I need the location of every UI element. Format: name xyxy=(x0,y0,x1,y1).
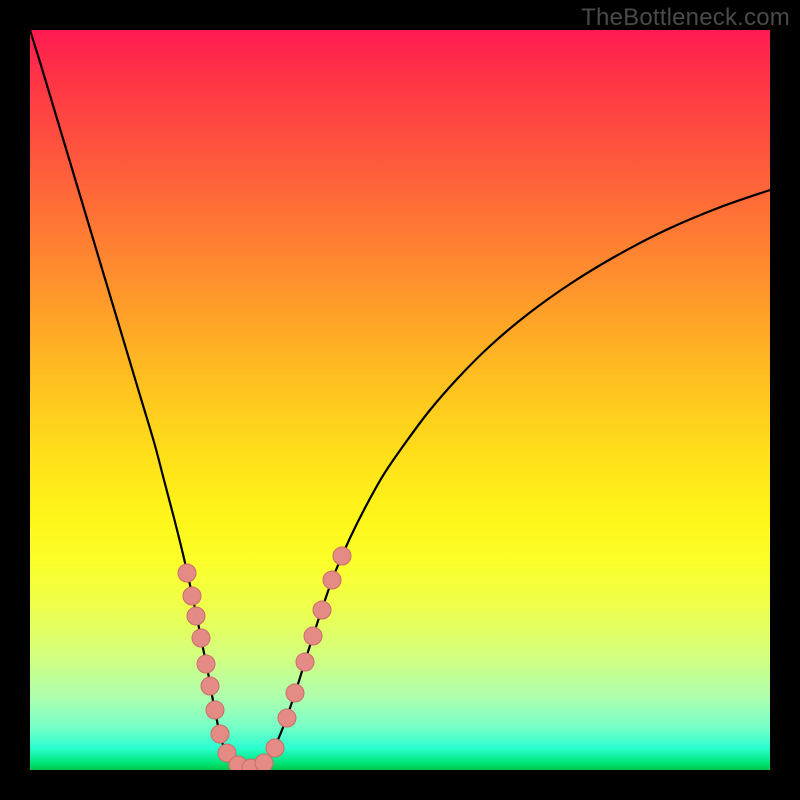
marker-dot xyxy=(183,587,201,605)
marker-dot xyxy=(197,655,215,673)
marker-dot xyxy=(201,677,219,695)
marker-dot xyxy=(304,627,322,645)
marker-dot xyxy=(187,607,205,625)
chart-gradient-area xyxy=(30,30,770,770)
marker-dot xyxy=(255,754,273,770)
marker-dot xyxy=(266,739,284,757)
marker-dot xyxy=(211,725,229,743)
marker-dot xyxy=(333,547,351,565)
marker-dot xyxy=(178,564,196,582)
data-markers xyxy=(178,547,351,770)
marker-dot xyxy=(323,571,341,589)
marker-dot xyxy=(313,601,331,619)
marker-dot xyxy=(206,701,224,719)
marker-dot xyxy=(296,653,314,671)
bottleneck-curve-plot xyxy=(30,30,770,770)
marker-dot xyxy=(286,684,304,702)
watermark-text: TheBottleneck.com xyxy=(581,4,790,32)
curve-right xyxy=(246,190,770,770)
marker-dot xyxy=(278,709,296,727)
marker-dot xyxy=(192,629,210,647)
